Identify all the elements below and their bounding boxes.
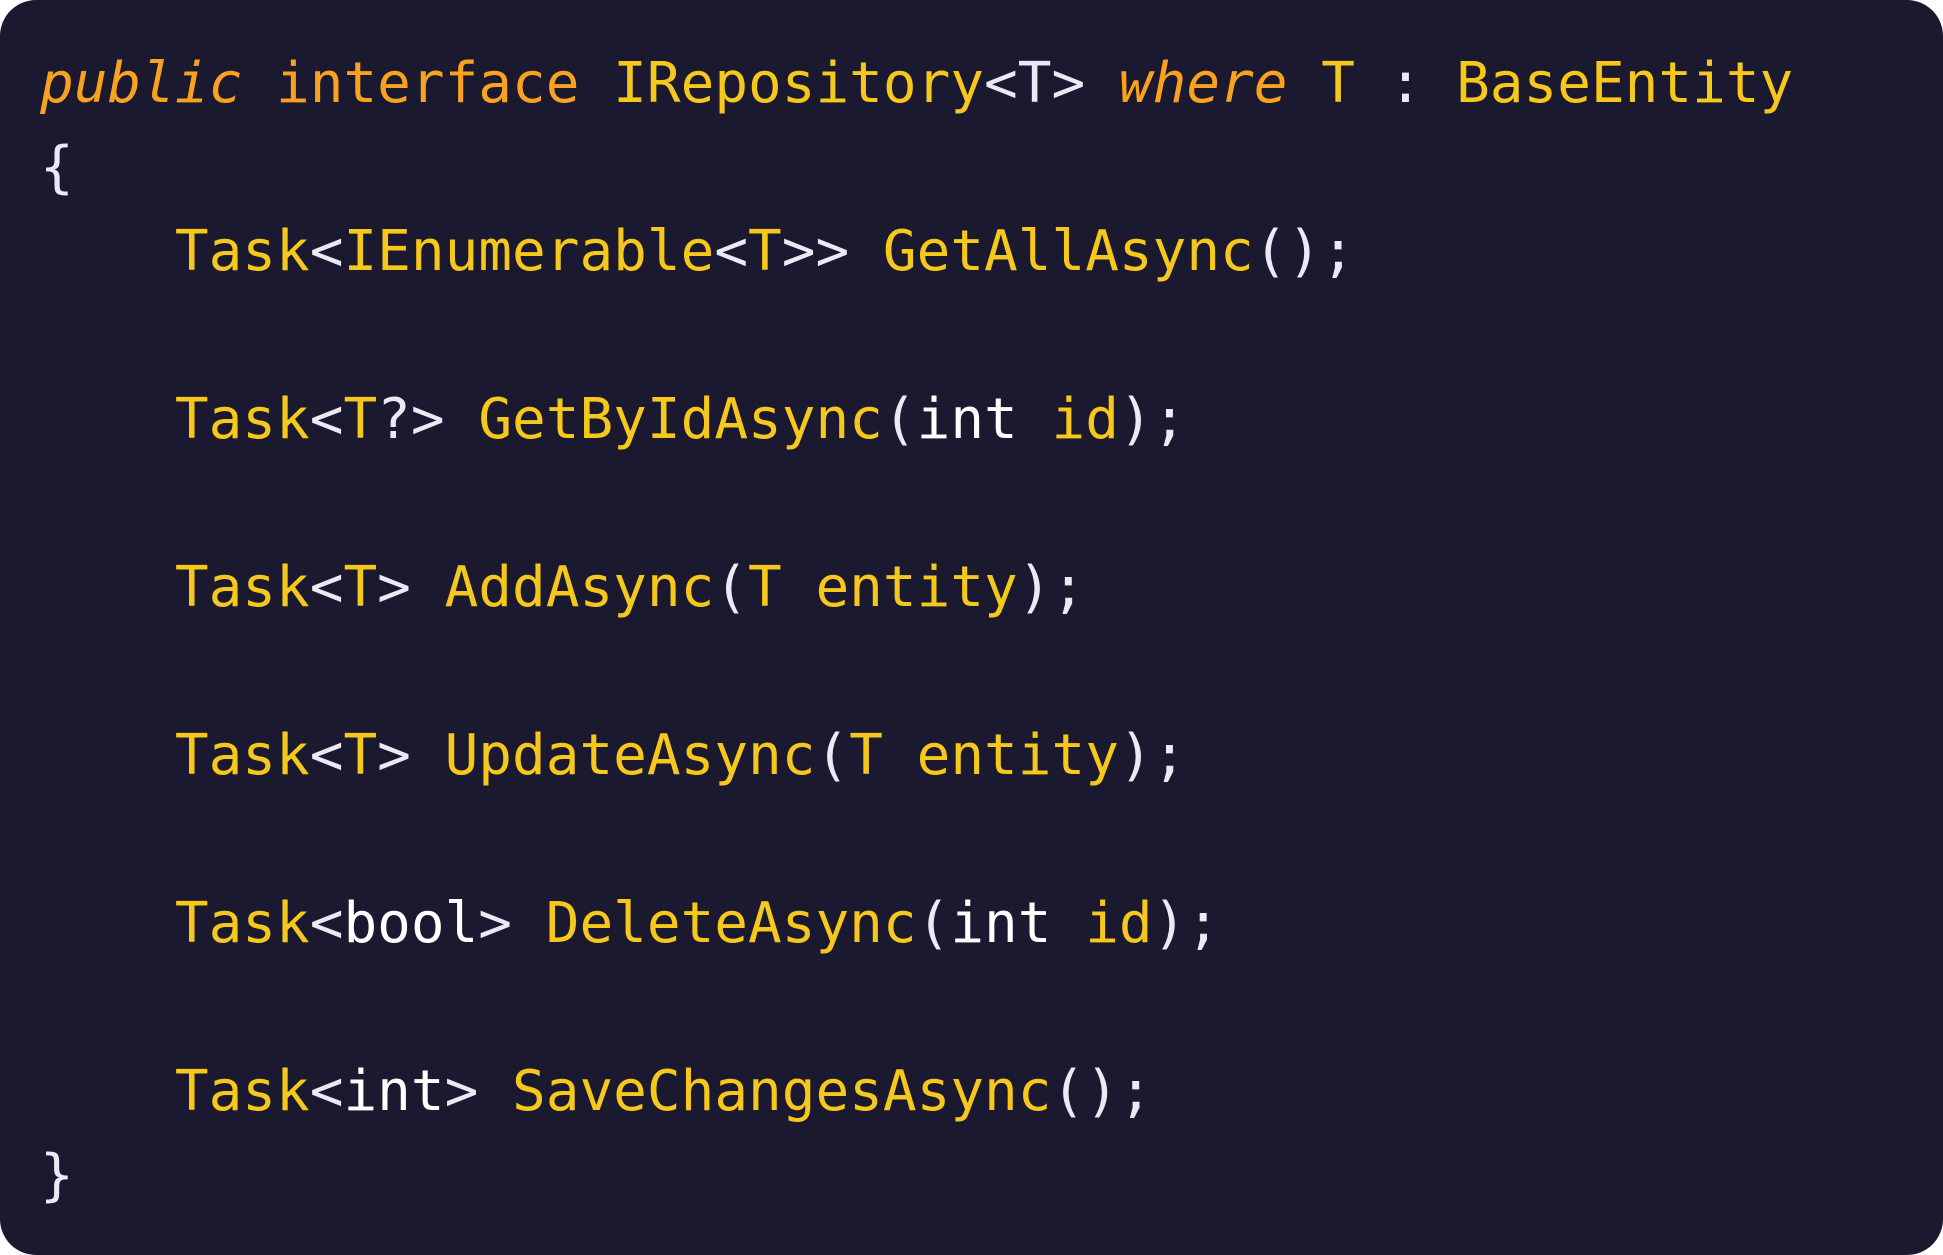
angle-close: > — [1051, 51, 1086, 116]
code-snippet-card: public interface IRepository<T> where T … — [0, 0, 1943, 1255]
task-type: Task — [174, 891, 310, 956]
method-save-changes-async: SaveChangesAsync — [512, 1059, 1052, 1124]
type-param: T — [343, 555, 378, 620]
paren-open: ( — [714, 555, 749, 620]
param-id: id — [1051, 387, 1119, 452]
code-line-close-brace: } — [40, 1134, 1793, 1218]
angle-close: > — [444, 1059, 479, 1124]
angle-open: < — [309, 219, 344, 284]
angle-open: < — [309, 555, 344, 620]
type-param: T — [1017, 51, 1052, 116]
paren-open: ( — [815, 723, 850, 788]
base-entity-type: BaseEntity — [1456, 51, 1794, 116]
code-line-open-brace: { — [40, 126, 1793, 210]
params-empty: (); — [1051, 1059, 1153, 1124]
paren-open: ( — [882, 387, 917, 452]
paren-close: ); — [1152, 891, 1221, 956]
code-line-interface-declaration: public interface IRepository<T> where T … — [40, 42, 1793, 126]
keyword-public: public — [40, 51, 243, 116]
code-line-update: Task<T> UpdateAsync(T entity); — [40, 714, 1793, 798]
interface-name: IRepository — [613, 51, 985, 116]
open-brace: { — [40, 135, 74, 200]
task-type: Task — [174, 1059, 310, 1124]
paren-close: ); — [1017, 555, 1086, 620]
paren-open: ( — [916, 891, 951, 956]
close-brace: } — [40, 1143, 74, 1208]
angle-close: > — [377, 555, 411, 620]
method-delete-async: DeleteAsync — [545, 891, 917, 956]
task-type: Task — [174, 219, 310, 284]
param-id: id — [1085, 891, 1153, 956]
keyword-where: where — [1118, 51, 1288, 116]
paren-close: ); — [1118, 387, 1187, 452]
code-line-add: Task<T> AddAsync(T entity); — [40, 546, 1793, 630]
task-type: Task — [174, 723, 310, 788]
angle-close: > — [478, 891, 513, 956]
angle-open: < — [984, 51, 1018, 116]
type-param: T — [748, 219, 782, 284]
code-line-save-changes: Task<int> SaveChangesAsync(); — [40, 1050, 1793, 1134]
paren-close: ); — [1118, 723, 1187, 788]
ienumerable-type: IEnumerable — [343, 219, 715, 284]
int-keyword: int — [916, 387, 1018, 452]
angle-open: < — [309, 387, 344, 452]
task-type: Task — [174, 555, 310, 620]
angle-open: < — [309, 891, 344, 956]
angle-close: >> — [781, 219, 850, 284]
task-type: Task — [174, 387, 310, 452]
param-entity: entity — [916, 723, 1119, 788]
int-keyword: int — [950, 891, 1052, 956]
code-line-get-by-id: Task<T?> GetByIdAsync(int id); — [40, 378, 1793, 462]
method-get-by-id-async: GetByIdAsync — [478, 387, 883, 452]
type-param: T — [343, 387, 378, 452]
code-line-delete: Task<bool> DeleteAsync(int id); — [40, 882, 1793, 966]
param-type-t: T — [748, 555, 782, 620]
param-entity: entity — [815, 555, 1018, 620]
angle-open: < — [309, 1059, 344, 1124]
angle-open: < — [714, 219, 749, 284]
keyword-interface: interface — [276, 51, 580, 116]
int-keyword: int — [343, 1059, 445, 1124]
constraint-colon: : — [1354, 51, 1457, 116]
code-block: public interface IRepository<T> where T … — [40, 42, 1793, 1218]
code-line-get-all: Task<IEnumerable<T>> GetAllAsync(); — [40, 210, 1793, 294]
method-add-async: AddAsync — [444, 555, 715, 620]
bool-keyword: bool — [343, 891, 479, 956]
angle-close: > — [377, 723, 411, 788]
params-empty: (); — [1253, 219, 1355, 284]
method-update-async: UpdateAsync — [444, 723, 816, 788]
constraint-type-param: T — [1321, 51, 1355, 116]
type-param: T — [343, 723, 378, 788]
angle-open: < — [309, 723, 344, 788]
param-type-t: T — [849, 723, 883, 788]
method-get-all-async: GetAllAsync — [882, 219, 1254, 284]
nullable-angle-close: ?> — [377, 387, 445, 452]
